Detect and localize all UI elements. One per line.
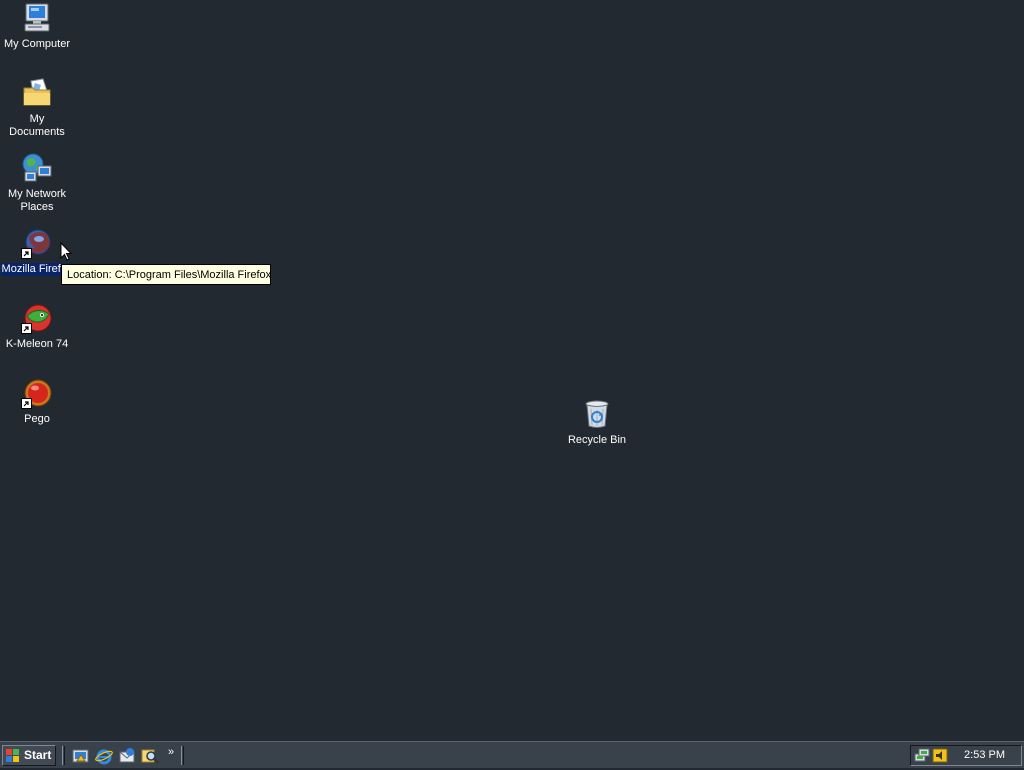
desktop-icon-recycle-bin[interactable]: Recycle Bin [560,398,634,448]
recycle-bin-icon [581,398,613,430]
desktop-icon-my-documents[interactable]: My Documents [0,77,74,140]
desktop-icon-label: My Network Places [7,188,67,213]
show-desktop-icon[interactable] [72,747,90,765]
folder-icon [21,77,53,109]
desktop[interactable]: My Computer My Documents My Network Plac… [0,0,1024,741]
toolbar-grip[interactable] [181,746,184,765]
kmeleon-icon [21,302,53,334]
outlook-express-icon[interactable] [118,747,136,765]
desktop-icon-label: Recycle Bin [567,434,627,446]
pego-icon [21,377,53,409]
shortcut-arrow-icon [21,248,32,259]
computer-icon [21,2,53,34]
start-label: Start [24,748,52,762]
mouse-cursor-icon [60,242,72,261]
desktop-icon-label: Pego [24,413,50,425]
desktop-icon-my-computer[interactable]: My Computer [0,2,74,52]
firefox-icon [21,227,53,259]
desktop-icon-pego[interactable]: Pego [0,377,74,427]
shortcut-arrow-icon [21,398,32,409]
desktop-icon-label: My Computer [3,38,71,50]
desktop-icon-k-meleon[interactable]: K-Meleon 74 [0,302,74,352]
desktop-icon-my-network-places[interactable]: My Network Places [0,152,74,215]
windows-logo-icon [6,749,19,762]
network-connection-icon[interactable] [914,748,930,763]
internet-explorer-icon[interactable] [95,747,113,765]
search-icon[interactable] [141,747,159,765]
clock[interactable]: 2:53 PM [964,746,1005,765]
taskbar: Start » 2:53 PM [0,741,1024,768]
system-tray: 2:53 PM [910,745,1022,766]
desktop-icon-label: K-Meleon 74 [5,338,69,350]
quick-launch-chevron[interactable]: » [168,746,178,758]
start-button[interactable]: Start [2,745,56,766]
toolbar-grip[interactable] [62,746,65,765]
volume-icon[interactable] [932,748,948,763]
desktop-icon-label: My Documents [9,113,65,138]
shortcut-arrow-icon [21,323,32,334]
network-icon [21,152,53,184]
location-tooltip: Location: C:\Program Files\Mozilla Firef… [61,264,271,285]
